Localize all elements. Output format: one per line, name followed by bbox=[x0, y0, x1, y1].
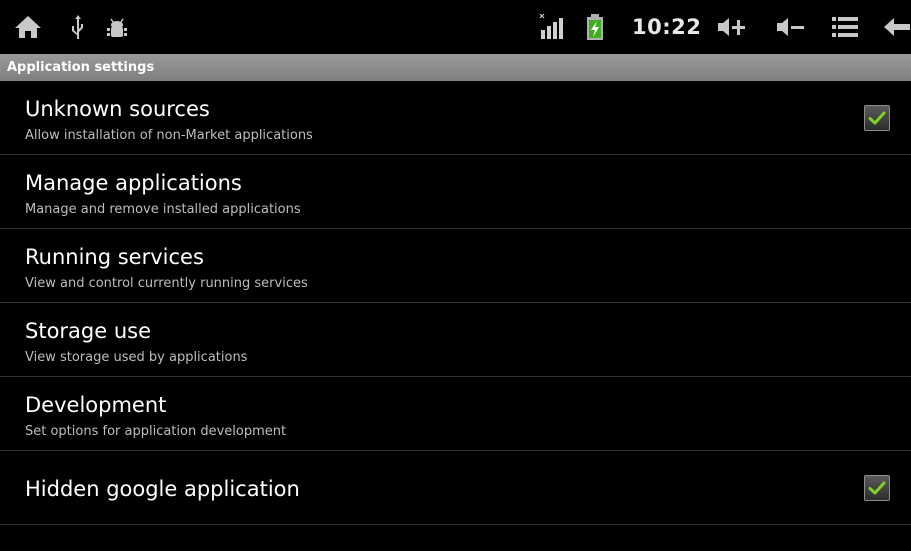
setting-title: Development bbox=[25, 393, 167, 417]
battery-charging-icon bbox=[585, 0, 605, 54]
settings-list: Unknown sources Allow installation of no… bbox=[0, 81, 911, 525]
setting-summary: View storage used by applications bbox=[25, 350, 248, 365]
setting-summary: Allow installation of non-Market applica… bbox=[25, 128, 313, 143]
volume-down-icon[interactable] bbox=[775, 0, 807, 54]
setting-hidden-google-application[interactable]: Hidden google application bbox=[0, 451, 911, 525]
android-debug-icon bbox=[105, 0, 129, 54]
setting-title: Hidden google application bbox=[25, 477, 300, 501]
hidden-google-application-checkbox[interactable] bbox=[864, 475, 890, 501]
status-bar: 10:22 bbox=[0, 0, 911, 54]
setting-summary: View and control currently running servi… bbox=[25, 276, 308, 291]
volume-up-icon[interactable] bbox=[716, 0, 748, 54]
usb-icon bbox=[70, 0, 86, 54]
setting-running-services[interactable]: Running services View and control curren… bbox=[0, 229, 911, 303]
setting-summary: Manage and remove installed applications bbox=[25, 202, 301, 217]
setting-title: Manage applications bbox=[25, 171, 242, 195]
clock: 10:22 bbox=[632, 15, 702, 39]
menu-icon[interactable] bbox=[831, 0, 859, 54]
setting-title: Storage use bbox=[25, 319, 152, 343]
setting-title: Unknown sources bbox=[25, 97, 210, 121]
checkmark-icon bbox=[868, 111, 886, 125]
setting-title: Running services bbox=[25, 245, 204, 269]
unknown-sources-checkbox[interactable] bbox=[864, 105, 890, 131]
setting-manage-applications[interactable]: Manage applications Manage and remove in… bbox=[0, 155, 911, 229]
setting-unknown-sources[interactable]: Unknown sources Allow installation of no… bbox=[0, 81, 911, 155]
setting-storage-use[interactable]: Storage use View storage used by applica… bbox=[0, 303, 911, 377]
checkmark-icon bbox=[868, 481, 886, 495]
back-icon[interactable] bbox=[882, 0, 910, 54]
home-icon[interactable] bbox=[13, 0, 43, 54]
signal-icon bbox=[538, 0, 566, 54]
setting-development[interactable]: Development Set options for application … bbox=[0, 377, 911, 451]
setting-summary: Set options for application development bbox=[25, 424, 287, 439]
section-header: Application settings bbox=[0, 54, 911, 81]
